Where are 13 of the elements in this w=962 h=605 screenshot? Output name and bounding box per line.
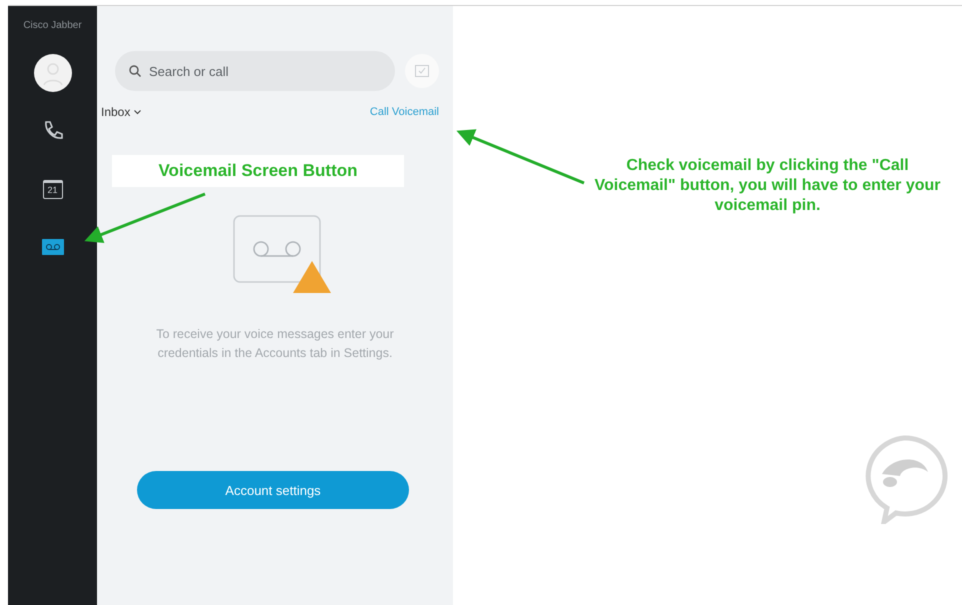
voicemail-icon [42,239,64,255]
caret-icon [134,110,142,114]
inbox-dropdown[interactable]: Inbox [101,105,142,119]
search-field[interactable]: Search or call [115,51,395,91]
annotation-callout: Voicemail Screen Button [112,155,404,187]
compose-icon [415,65,429,77]
nav-item[interactable] [32,53,72,93]
avatar-icon [34,54,72,92]
app-title: Cisco Jabber [23,20,82,31]
calendar-icon: 21 [42,180,62,198]
nav-item[interactable]: 21 [32,169,72,209]
search-icon [129,65,141,77]
empty-state-message: To receive your voice messages enter your credentials in the Accounts tab in Settings. [155,326,395,362]
